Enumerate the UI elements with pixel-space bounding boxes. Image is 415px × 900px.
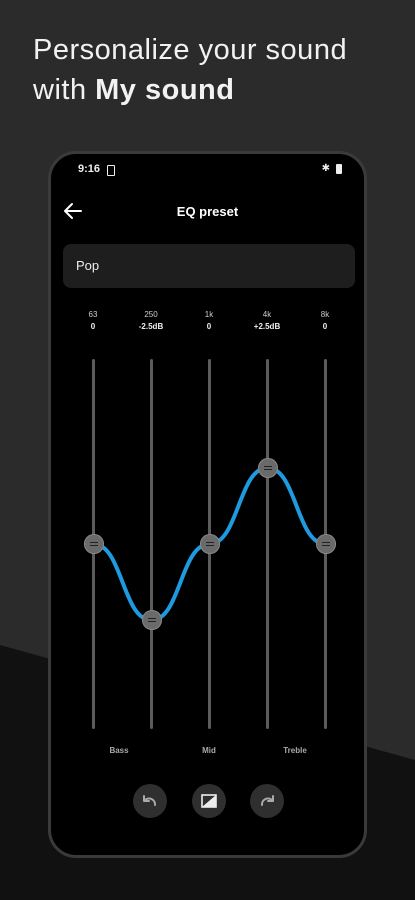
band-value-8k: 0 [322,322,328,331]
zone-label-bass: Bass [109,746,129,755]
status-time: 9:16 [78,163,101,175]
undo-button[interactable] [133,784,167,818]
headline-bold: My sound [95,74,235,106]
slider-thumb-4k[interactable] [257,457,278,478]
band-value-63: 0 [90,322,96,331]
band-freq-8k: 8k [320,310,330,319]
preset-value: Pop [76,258,100,273]
band-freq-4k: 4k [262,310,272,319]
slider-track-250[interactable] [150,359,153,729]
band-freq-63: 63 [88,310,98,319]
battery-icon [336,163,342,174]
redo-button[interactable] [250,784,284,818]
zone-label-mid: Mid [202,746,216,755]
equalizer: 63 0 250 -2.5dB 1k 0 4k +2.5dB 8k 0 Bass… [51,304,364,764]
band-value-4k: +2.5dB [253,322,281,331]
compare-button[interactable] [192,784,226,818]
headline-line-1: Personalize your sound [33,34,348,66]
slider-track-4k[interactable] [266,359,269,729]
slider-thumb-63[interactable] [83,534,104,554]
band-freq-250: 250 [144,310,158,319]
slider-thumb-1k[interactable] [199,534,220,554]
preset-selector[interactable]: Pop [63,244,355,288]
phone-frame: 9:16 ✱ EQ preset Pop 63 0 250 -2.5dB 1k … [48,151,367,858]
undo-icon [143,795,156,806]
compare-icon [201,794,217,808]
status-bar: 9:16 ✱ [78,163,342,179]
zone-label-treble: Treble [283,746,307,755]
headline-prefix: with [33,74,96,106]
band-value-250: -2.5dB [138,322,164,331]
sim-icon [107,165,115,176]
bluetooth-icon: ✱ [321,163,330,174]
redo-icon [261,795,274,806]
headline-line-2: with My sound [33,70,403,110]
status-icons: ✱ [322,163,342,174]
slider-thumb-8k[interactable] [315,534,336,554]
band-freq-1k: 1k [204,310,214,319]
headline: Personalize your sound with My sound [33,30,403,110]
slider-thumb-250[interactable] [141,610,162,631]
band-value-1k: 0 [206,322,212,331]
app-bar: EQ preset [51,199,364,225]
screen-title: EQ preset [176,204,239,219]
